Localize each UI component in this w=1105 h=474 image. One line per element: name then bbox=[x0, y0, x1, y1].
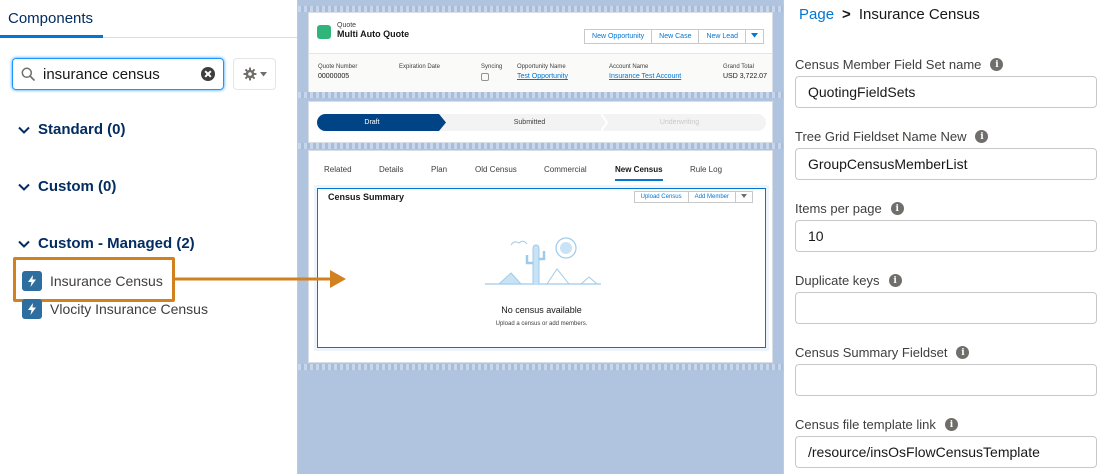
component-label: Vlocity Insurance Census bbox=[50, 301, 208, 317]
chevron-down-icon bbox=[751, 33, 758, 38]
chevron-down-icon bbox=[18, 126, 30, 134]
section-label: Custom - Managed (2) bbox=[38, 235, 195, 252]
info-icon[interactable]: i bbox=[890, 202, 904, 215]
property-panel: Page > Insurance Census Census Member Fiel… bbox=[784, 0, 1105, 474]
new-case-button[interactable]: New Case bbox=[651, 29, 700, 44]
section-standard[interactable]: Standard (0) bbox=[18, 121, 126, 138]
add-member-button[interactable]: Add Member bbox=[687, 191, 736, 203]
field-opportunity-name: Opportunity Name Test Opportunity bbox=[517, 64, 568, 80]
breadcrumb-current: Insurance Census bbox=[858, 6, 980, 23]
summary-more-button[interactable] bbox=[735, 191, 753, 203]
chevron-down-icon bbox=[18, 183, 30, 191]
section-custom-managed[interactable]: Custom - Managed (2) bbox=[18, 235, 195, 252]
field-quote-number: Quote Number 00000005 bbox=[318, 64, 358, 80]
field-syncing: Syncing bbox=[481, 64, 502, 81]
component-label: Insurance Census bbox=[50, 273, 163, 289]
section-custom[interactable]: Custom (0) bbox=[18, 178, 116, 195]
highlight-fields: Quote Number 00000005 Expiration Date Syn… bbox=[309, 53, 772, 97]
info-icon[interactable]: i bbox=[888, 274, 902, 287]
tab-rule-log[interactable]: Rule Log bbox=[690, 165, 722, 174]
info-icon[interactable]: i bbox=[956, 346, 970, 359]
field-set-name-input[interactable]: QuotingFieldSets bbox=[795, 76, 1097, 108]
section-label: Custom (0) bbox=[38, 178, 117, 195]
chevron-down-icon bbox=[259, 71, 267, 76]
tab-components[interactable]: Components bbox=[0, 0, 103, 38]
tab-details[interactable]: Details bbox=[379, 165, 403, 174]
components-panel: Components Standard (0) Cust bbox=[0, 0, 297, 474]
search-icon bbox=[21, 67, 35, 81]
path-step-draft[interactable]: Draft bbox=[317, 114, 427, 131]
tab-plan[interactable]: Plan bbox=[431, 165, 447, 174]
tab-old-census[interactable]: Old Census bbox=[475, 165, 517, 174]
new-lead-button[interactable]: New Lead bbox=[698, 29, 746, 44]
opportunity-link[interactable]: Test Opportunity bbox=[517, 73, 568, 80]
empty-state-title: No census available bbox=[501, 305, 582, 315]
record-tabs: Related Details Plan Old Census Commerci… bbox=[309, 161, 772, 183]
header-actions: New Opportunity New Case New Lead bbox=[584, 29, 764, 44]
tab-commercial[interactable]: Commercial bbox=[544, 165, 587, 174]
prop-label-items-per-page: Items per page i bbox=[795, 201, 904, 216]
info-icon[interactable]: i bbox=[975, 130, 989, 143]
prop-label-field-set-name: Census Member Field Set name i bbox=[795, 57, 1004, 72]
prop-label-duplicate-keys: Duplicate keys i bbox=[795, 273, 902, 288]
lightning-icon bbox=[22, 271, 42, 291]
tab-related[interactable]: Related bbox=[324, 165, 352, 174]
field-grand-total: Grand Total USD 3,722.07 bbox=[723, 64, 767, 80]
prop-label-census-summary-fieldset: Census Summary Fieldset i bbox=[795, 345, 970, 360]
object-label: Quote bbox=[337, 22, 357, 29]
page-canvas: Quote Multi Auto Quote New Opportunity N… bbox=[297, 0, 784, 474]
gear-icon bbox=[243, 67, 256, 81]
tabs-card[interactable]: Related Details Plan Old Census Commerci… bbox=[308, 150, 773, 363]
field-account-name: Account Name Insurance Test Account bbox=[609, 64, 682, 80]
desert-illustration-icon bbox=[485, 237, 601, 285]
clear-search-icon[interactable] bbox=[201, 67, 215, 81]
chevron-down-icon bbox=[18, 240, 30, 248]
settings-menu-button[interactable] bbox=[233, 58, 276, 90]
chevron-down-icon bbox=[741, 194, 747, 198]
upload-census-button[interactable]: Upload Census bbox=[633, 191, 689, 203]
breadcrumb-separator: > bbox=[842, 6, 851, 23]
quote-icon bbox=[317, 25, 331, 39]
syncing-checkbox[interactable] bbox=[481, 73, 489, 81]
path-step-submitted[interactable]: Submitted bbox=[467, 114, 592, 131]
duplicate-keys-input[interactable] bbox=[795, 292, 1097, 324]
info-icon[interactable]: i bbox=[944, 418, 958, 431]
tab-new-census[interactable]: New Census bbox=[615, 165, 663, 181]
census-summary-title: Census Summary bbox=[328, 192, 405, 202]
panel-tabbar: Components bbox=[0, 0, 297, 38]
section-label: Standard (0) bbox=[38, 121, 126, 138]
search-input[interactable] bbox=[43, 65, 193, 83]
summary-actions: Upload Census Add Member bbox=[633, 191, 753, 203]
new-opportunity-button[interactable]: New Opportunity bbox=[584, 29, 653, 44]
census-summary-component[interactable]: Census Summary Upload Census Add Member bbox=[317, 188, 766, 348]
path-step-underwriting[interactable]: Underwriting bbox=[617, 114, 742, 131]
lightning-icon bbox=[22, 299, 42, 319]
record-header-card[interactable]: Quote Multi Auto Quote New Opportunity N… bbox=[308, 12, 773, 97]
prop-label-census-template-link: Census file template link i bbox=[795, 417, 958, 432]
more-actions-button[interactable] bbox=[745, 29, 764, 44]
census-summary-fieldset-input[interactable] bbox=[795, 364, 1097, 396]
tabs-divider bbox=[317, 186, 766, 187]
path-divider bbox=[601, 114, 609, 131]
component-vlocity-insurance-census[interactable]: Vlocity Insurance Census bbox=[22, 299, 208, 319]
breadcrumb-page-link[interactable]: Page bbox=[799, 6, 834, 23]
field-expiration-date: Expiration Date bbox=[399, 64, 441, 70]
tree-grid-fieldset-input[interactable]: GroupCensusMemberList bbox=[795, 148, 1097, 180]
canvas-stripe bbox=[298, 143, 783, 149]
record-title: Multi Auto Quote bbox=[337, 29, 410, 39]
prop-label-tree-grid-fieldset: Tree Grid Fieldset Name New i bbox=[795, 129, 989, 144]
component-search-box[interactable] bbox=[12, 58, 224, 90]
empty-state-subtitle: Upload a census or add members. bbox=[495, 321, 588, 327]
breadcrumb: Page > Insurance Census bbox=[799, 6, 980, 23]
canvas-stripe bbox=[298, 364, 783, 370]
items-per-page-input[interactable]: 10 bbox=[795, 220, 1097, 252]
canvas-stripe bbox=[298, 92, 783, 98]
component-insurance-census[interactable]: Insurance Census bbox=[22, 271, 163, 291]
status-path: Draft Submitted Underwriting bbox=[317, 114, 766, 131]
info-icon[interactable]: i bbox=[990, 58, 1004, 71]
path-card[interactable]: Draft Submitted Underwriting bbox=[308, 101, 773, 143]
account-link[interactable]: Insurance Test Account bbox=[609, 73, 681, 80]
census-template-link-input[interactable]: /resource/insOsFlowCensusTemplate bbox=[795, 436, 1097, 468]
